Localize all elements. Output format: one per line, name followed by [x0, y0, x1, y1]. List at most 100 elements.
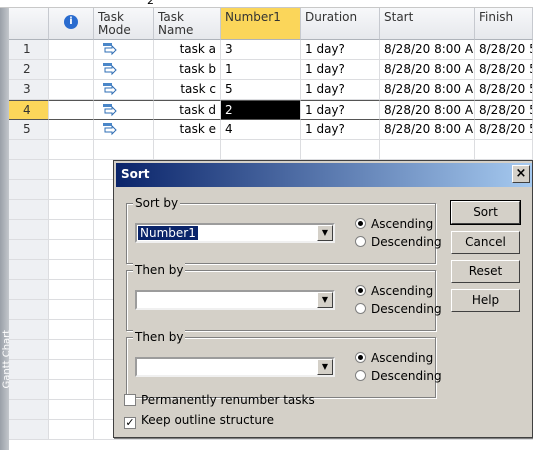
then-by-2-descending-radio[interactable]: Descending	[355, 369, 442, 385]
indicator-cell[interactable]	[49, 320, 94, 340]
duration-cell[interactable]: 1 day?	[301, 40, 380, 60]
dialog-titlebar[interactable]: Sort ×	[116, 163, 532, 187]
indicator-cell[interactable]	[49, 300, 94, 320]
table-row[interactable]: 4 task d21 day? 8/28/20 8:00 AI 8/28/20 5	[9, 100, 533, 120]
duration-cell[interactable]: 1 day?	[301, 80, 380, 100]
number1-header[interactable]: Number1	[221, 8, 301, 40]
row-number[interactable]	[9, 200, 49, 220]
row-number[interactable]: 4	[9, 100, 49, 120]
row-number[interactable]: 5	[9, 120, 49, 140]
row-number[interactable]	[9, 180, 49, 200]
start-cell[interactable]: 8/28/20 8:00 AI	[380, 40, 475, 60]
start-cell[interactable]	[380, 140, 475, 160]
number1-cell[interactable]: 2	[221, 100, 301, 120]
row-number[interactable]: 2	[9, 60, 49, 80]
keep-outline-checkbox[interactable]: ✓ Keep outline structure	[124, 413, 274, 429]
row-number[interactable]	[9, 160, 49, 180]
empty-row[interactable]	[9, 140, 533, 160]
row-number[interactable]	[9, 360, 49, 380]
duration-cell[interactable]: 1 day?	[301, 100, 380, 120]
indicator-cell[interactable]	[49, 240, 94, 260]
sort-button[interactable]: Sort	[450, 200, 521, 225]
table-row[interactable]: 3 task c51 day? 8/28/20 8:00 AI 8/28/20 5	[9, 80, 533, 100]
table-row[interactable]: 1 task a31 day? 8/28/20 8:00 AI 8/28/20 5	[9, 40, 533, 60]
start-cell[interactable]: 8/28/20 8:00 AI	[380, 100, 475, 120]
indicator-cell[interactable]	[49, 200, 94, 220]
entry-bar[interactable]: 2	[0, 0, 533, 8]
then-by-1-ascending-radio[interactable]: Ascending	[355, 284, 433, 300]
sort-by-descending-radio[interactable]: Descending	[355, 235, 442, 251]
indicator-cell[interactable]	[49, 180, 94, 200]
indicator-cell[interactable]	[49, 220, 94, 240]
finish-cell[interactable]: 8/28/20 5	[475, 100, 533, 120]
duration-cell[interactable]: 1 day?	[301, 60, 380, 80]
cancel-button[interactable]: Cancel	[451, 231, 520, 254]
task-name-cell[interactable]: task e	[154, 120, 221, 140]
finish-cell[interactable]: 8/28/20 5	[475, 60, 533, 80]
renumber-tasks-checkbox[interactable]: Permanently renumber tasks	[124, 393, 315, 409]
task-name-cell[interactable]	[154, 140, 221, 160]
indicator-cell[interactable]	[49, 40, 94, 60]
indicator-cell[interactable]	[49, 260, 94, 280]
finish-cell[interactable]: 8/28/20 5	[475, 80, 533, 100]
task-name-header[interactable]: Task Name	[154, 8, 221, 40]
task-name-cell[interactable]: task a	[154, 40, 221, 60]
sort-by-combobox[interactable]: Number1 ▼	[135, 223, 335, 243]
task-name-cell[interactable]: task d	[154, 100, 221, 120]
indicator-cell[interactable]	[49, 420, 94, 440]
sort-by-ascending-radio[interactable]: Ascending	[355, 217, 433, 233]
indicator-cell[interactable]	[49, 380, 94, 400]
indicator-cell[interactable]	[49, 120, 94, 140]
row-number[interactable]: 3	[9, 80, 49, 100]
table-row[interactable]: 2 task b11 day? 8/28/20 8:00 AI 8/28/20 5	[9, 60, 533, 80]
number1-cell[interactable]: 4	[221, 120, 301, 140]
row-number[interactable]	[9, 240, 49, 260]
task-mode-cell[interactable]	[94, 80, 154, 100]
row-number[interactable]	[9, 280, 49, 300]
then-by-combobox-2[interactable]: ▼	[135, 357, 335, 377]
info-column-header[interactable]: i	[49, 8, 94, 40]
then-by-1-descending-radio[interactable]: Descending	[355, 302, 442, 318]
indicator-cell[interactable]	[49, 340, 94, 360]
row-number[interactable]	[9, 300, 49, 320]
duration-header[interactable]: Duration	[301, 8, 380, 40]
then-by-2-ascending-radio[interactable]: Ascending	[355, 351, 433, 367]
finish-cell[interactable]: 8/28/20 5	[475, 40, 533, 60]
indicator-cell[interactable]	[49, 140, 94, 160]
row-number[interactable]	[9, 260, 49, 280]
number1-cell[interactable]: 3	[221, 40, 301, 60]
task-name-cell[interactable]: task c	[154, 80, 221, 100]
finish-cell[interactable]: 8/28/20 5	[475, 120, 533, 140]
duration-cell[interactable]: 1 day?	[301, 120, 380, 140]
then-by-combobox-1[interactable]: ▼	[135, 290, 335, 310]
task-mode-header[interactable]: Task Mode	[94, 8, 154, 40]
row-number[interactable]	[9, 320, 49, 340]
number1-cell[interactable]: 5	[221, 80, 301, 100]
indicator-cell[interactable]	[49, 80, 94, 100]
reset-button[interactable]: Reset	[451, 260, 520, 283]
chevron-down-icon[interactable]: ▼	[317, 225, 333, 241]
row-number[interactable]	[9, 140, 49, 160]
indicator-cell[interactable]	[49, 360, 94, 380]
row-number[interactable]	[9, 380, 49, 400]
start-cell[interactable]: 8/28/20 8:00 AI	[380, 60, 475, 80]
indicator-cell[interactable]	[49, 100, 94, 120]
indicator-cell[interactable]	[49, 60, 94, 80]
start-cell[interactable]: 8/28/20 8:00 AI	[380, 120, 475, 140]
task-mode-cell[interactable]	[94, 40, 154, 60]
row-number[interactable]	[9, 340, 49, 360]
finish-cell[interactable]	[475, 140, 533, 160]
row-number[interactable]	[9, 420, 49, 440]
task-name-cell[interactable]: task b	[154, 60, 221, 80]
chevron-down-icon[interactable]: ▼	[317, 292, 333, 308]
indicator-cell[interactable]	[49, 160, 94, 180]
table-row[interactable]: 5 task e41 day? 8/28/20 8:00 AI 8/28/20 5	[9, 120, 533, 140]
chevron-down-icon[interactable]: ▼	[317, 359, 333, 375]
start-cell[interactable]: 8/28/20 8:00 AI	[380, 80, 475, 100]
number1-cell[interactable]: 1	[221, 60, 301, 80]
row-number[interactable]: 1	[9, 40, 49, 60]
task-mode-cell[interactable]	[94, 100, 154, 120]
duration-cell[interactable]	[301, 140, 380, 160]
task-mode-cell[interactable]	[94, 60, 154, 80]
help-button[interactable]: Help	[451, 289, 520, 312]
